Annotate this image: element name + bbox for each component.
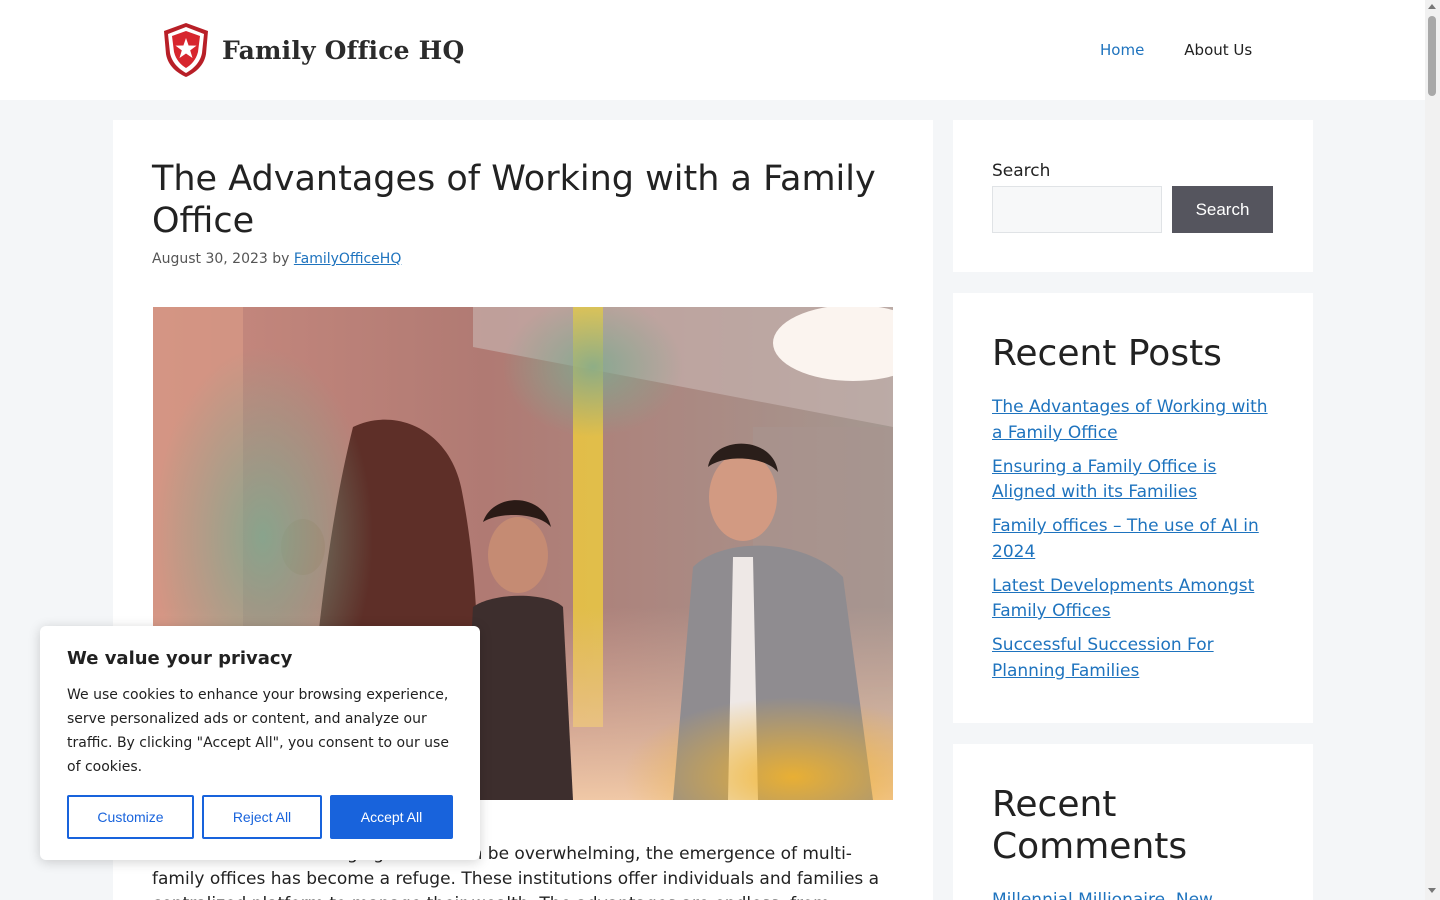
post-date: August 30, 2023 — [152, 251, 268, 267]
post-meta: August 30, 2023 by FamilyOfficeHQ — [152, 251, 401, 267]
cookie-text: We use cookies to enhance your browsing … — [67, 687, 449, 775]
cookie-accept-button[interactable]: Accept All — [330, 795, 453, 839]
nav-about-us[interactable]: About Us — [1184, 41, 1252, 59]
recent-posts-list: The Advantages of Working with a Family … — [992, 395, 1277, 693]
list-item: Family offices – The use of AI in 2024 — [992, 514, 1277, 565]
nav-home[interactable]: Home — [1100, 41, 1144, 59]
scrollbar-thumb[interactable] — [1428, 16, 1436, 96]
site-header: Family Office HQ Home About Us — [0, 0, 1425, 100]
recent-comments-title: Recent Comments — [992, 784, 1188, 867]
scroll-up-arrow-icon[interactable] — [1428, 4, 1436, 9]
search-input[interactable] — [992, 186, 1162, 233]
post-by: by — [272, 251, 290, 267]
recent-comment-link[interactable]: Millennial Millionaire, New — [992, 890, 1213, 900]
list-item: Ensuring a Family Office is Aligned with… — [992, 455, 1277, 506]
site-logo[interactable]: Family Office HQ — [162, 22, 464, 78]
scroll-down-arrow-icon[interactable] — [1428, 888, 1436, 893]
recent-post-link[interactable]: Latest Developments Amongst Family Offic… — [992, 576, 1254, 622]
search-button[interactable]: Search — [1172, 186, 1273, 233]
recent-post-link[interactable]: The Advantages of Working with a Family … — [992, 397, 1268, 443]
main-nav: Home About Us — [1080, 0, 1272, 100]
recent-post-link[interactable]: Ensuring a Family Office is Aligned with… — [992, 457, 1216, 503]
cookie-title: We value your privacy — [67, 648, 293, 669]
page-scrollbar[interactable] — [1425, 0, 1440, 900]
list-item: Successful Succession For Planning Famil… — [992, 633, 1277, 684]
shield-star-icon — [164, 23, 208, 77]
recent-posts-title: Recent Posts — [992, 333, 1222, 374]
list-item: Latest Developments Amongst Family Offic… — [992, 574, 1277, 625]
list-item: The Advantages of Working with a Family … — [992, 395, 1277, 446]
cookie-reject-button[interactable]: Reject All — [202, 795, 322, 839]
post-author-link[interactable]: FamilyOfficeHQ — [294, 251, 401, 267]
recent-posts-widget: Recent Posts The Advantages of Working w… — [953, 293, 1313, 723]
cookie-customize-button[interactable]: Customize — [67, 795, 194, 839]
search-widget: Search Search — [953, 120, 1313, 272]
recent-comments-widget: Recent Comments Millennial Millionaire, … — [953, 744, 1313, 900]
search-label: Search — [992, 161, 1051, 181]
site-title: Family Office HQ — [222, 35, 465, 65]
recent-post-link[interactable]: Family offices – The use of AI in 2024 — [992, 516, 1259, 562]
recent-post-link[interactable]: Successful Succession For Planning Famil… — [992, 635, 1214, 681]
cookie-consent-banner: We value your privacy We use cookies to … — [40, 626, 480, 860]
post-title: The Advantages of Working with a Family … — [152, 159, 876, 241]
